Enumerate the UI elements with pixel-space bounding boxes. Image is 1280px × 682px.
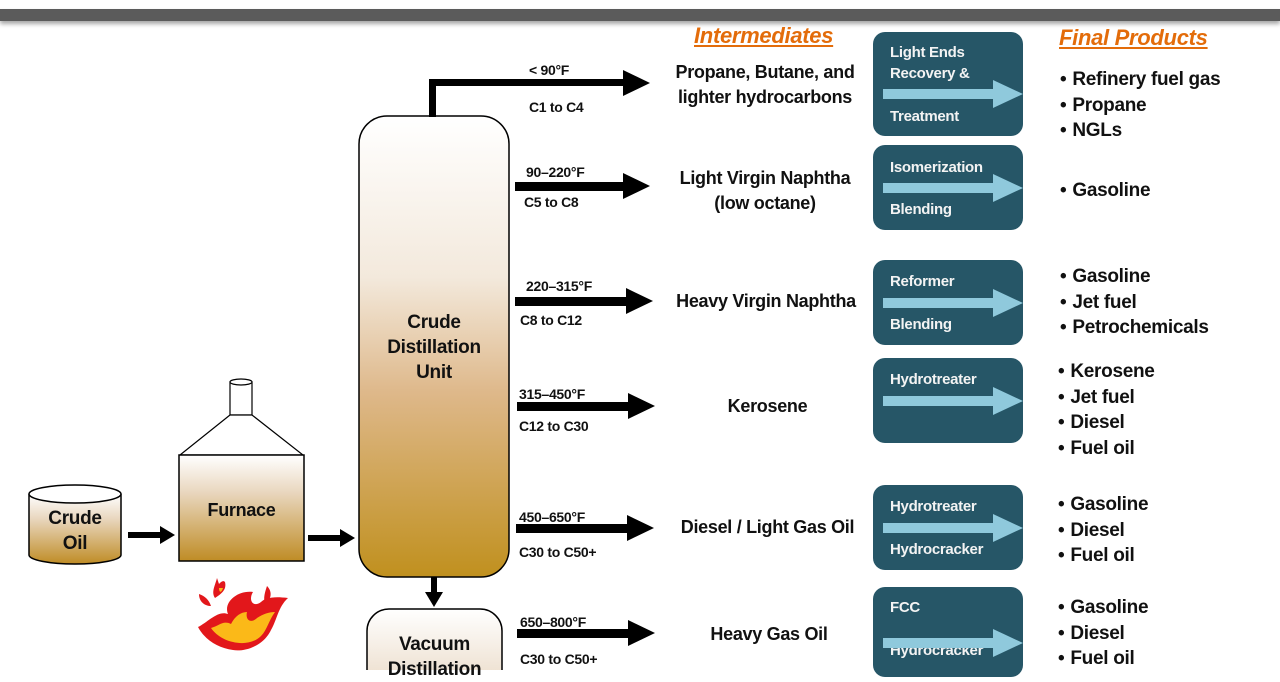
stream-3-intermediate: Heavy Virgin Naphtha <box>660 289 872 314</box>
process-flow-arrow-icon <box>883 386 1023 415</box>
stream-6-temperature: 650–800°F <box>520 614 586 630</box>
stream-5-carbon-range: C30 to C50+ <box>519 544 597 560</box>
vacuum-distillation-label: Vacuum Distillation <box>367 632 502 682</box>
furnace-vessel <box>178 378 305 562</box>
product-item: Jet fuel <box>1058 385 1155 411</box>
process-flow-arrow-icon <box>883 288 1023 317</box>
product-item: Gasoline <box>1060 178 1150 204</box>
crude-oil-label: Crude Oil <box>29 506 121 556</box>
stream-6-carbon-range: C30 to C50+ <box>520 651 598 667</box>
stream-2-intermediate-line2: (low octane) <box>714 193 816 213</box>
process-box-hydrotreater: Hydrotreater <box>873 358 1023 443</box>
product-item: Gasoline <box>1058 595 1148 621</box>
stream-1-intermediate-line2: lighter hydrocarbons <box>677 87 853 107</box>
stream-5-intermediate: Diesel / Light Gas Oil <box>660 515 875 540</box>
process-1-line3: Treatment <box>890 108 959 125</box>
stream-6-intermediate: Heavy Gas Oil <box>660 622 878 647</box>
stream-5-products: Gasoline Diesel Fuel oil <box>1058 492 1148 569</box>
stream-2-products: Gasoline <box>1060 178 1150 204</box>
product-item: Fuel oil <box>1058 436 1155 462</box>
stream-5-temperature: 450–650°F <box>519 509 585 525</box>
process-5-line2: Hydrocracker <box>890 541 984 558</box>
product-item: Fuel oil <box>1058 543 1148 569</box>
product-item: Kerosene <box>1058 359 1155 385</box>
stream-6-intermediate-line1: Heavy Gas Oil <box>710 624 828 644</box>
process-1-line1: Light Ends <box>890 44 965 61</box>
process-box-reformer: Reformer Blending <box>873 260 1023 345</box>
process-box-hydrotreater-hydrocracker: Hydrotreater Hydrocracker <box>873 485 1023 570</box>
stream-4-carbon-range: C12 to C30 <box>519 418 589 434</box>
product-item: Propane <box>1060 93 1220 119</box>
cdu-label-line2: Distillation <box>387 337 481 358</box>
stream-2-intermediate: Light Virgin Naphtha (low octane) <box>660 166 870 216</box>
process-box-light-ends: Light Ends Recovery & Treatment <box>873 32 1023 136</box>
product-item: Refinery fuel gas <box>1060 67 1220 93</box>
flow-arrow-crude-to-furnace <box>128 526 175 544</box>
cdu-label-line1: Crude <box>407 312 461 333</box>
process-box-isomerization: Isomerization Blending <box>873 145 1023 230</box>
stream-1-intermediate: Propane, Butane, and lighter hydrocarbon… <box>660 60 870 110</box>
process-flow-arrow-icon <box>883 513 1023 542</box>
process-flow-arrow-icon <box>883 629 1023 657</box>
process-6-line1: FCC <box>890 599 920 616</box>
intermediates-header: Intermediates <box>694 23 834 48</box>
furnace-label: Furnace <box>207 500 276 520</box>
product-item: Gasoline <box>1060 264 1209 290</box>
flame-icon <box>198 578 288 651</box>
stream-1-carbon-range: C1 to C4 <box>529 99 584 115</box>
crude-oil-label-line2: Oil <box>62 533 88 554</box>
stream-4-products: Kerosene Jet fuel Diesel Fuel oil <box>1058 359 1155 461</box>
product-item: Diesel <box>1058 518 1148 544</box>
stream-3-temperature: 220–315°F <box>526 278 592 294</box>
stream-3-products: Gasoline Jet fuel Petrochemicals <box>1060 264 1209 341</box>
flow-arrow-cdu-to-vacuum <box>425 577 443 607</box>
stream-6-products: Gasoline Diesel Fuel oil <box>1058 595 1148 672</box>
stream-1-intermediate-line1: Propane, Butane, and <box>675 62 855 82</box>
process-3-line2: Blending <box>890 316 952 333</box>
product-item: NGLs <box>1060 118 1220 144</box>
process-flow-arrow-icon <box>883 80 1023 108</box>
product-item: Gasoline <box>1058 492 1148 518</box>
vacuum-label-line1: Vacuum <box>398 634 471 655</box>
process-flow-arrow-icon <box>883 173 1023 202</box>
product-item: Fuel oil <box>1058 646 1148 672</box>
flow-arrow-furnace-to-cdu <box>308 529 355 547</box>
process-box-fcc-hydrocracker: FCC Hydrocracker <box>873 587 1023 677</box>
crude-oil-label-line1: Crude <box>48 508 102 529</box>
stream-4-temperature: 315–450°F <box>519 386 585 402</box>
stream-5-intermediate-line1: Diesel / Light Gas Oil <box>680 517 855 537</box>
stream-2-carbon-range: C5 to C8 <box>524 194 579 210</box>
process-2-line2: Blending <box>890 201 952 218</box>
product-item: Diesel <box>1058 621 1148 647</box>
stream-3-carbon-range: C8 to C12 <box>520 312 582 328</box>
product-item: Petrochemicals <box>1060 315 1209 341</box>
cdu-label: Crude Distillation Unit <box>359 310 509 385</box>
final-products-header: Final Products <box>1059 25 1208 50</box>
stream-4-intermediate: Kerosene <box>660 394 875 419</box>
stream-4-intermediate-line1: Kerosene <box>727 396 808 416</box>
stream-2-intermediate-line1: Light Virgin Naphtha <box>679 168 851 188</box>
product-item: Jet fuel <box>1060 290 1209 316</box>
product-item: Diesel <box>1058 410 1155 436</box>
stream-1-products: Refinery fuel gas Propane NGLs <box>1060 67 1220 144</box>
stream-3-intermediate-line1: Heavy Virgin Naphtha <box>676 291 856 311</box>
stream-1-temperature: < 90°F <box>529 62 569 78</box>
cdu-label-line3: Unit <box>416 362 452 383</box>
stream-2-temperature: 90–220°F <box>526 164 585 180</box>
